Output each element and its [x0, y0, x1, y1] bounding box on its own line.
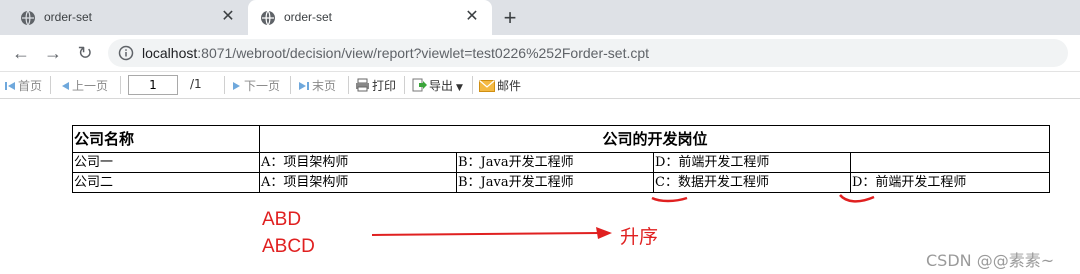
prev-page-button[interactable]: 上一页 — [60, 77, 108, 94]
last-page-label: 末页 — [312, 79, 337, 93]
company-cell: 公司二 — [72, 172, 260, 193]
report-table: 公司名称 公司的开发岗位 公司一 A：项目架构师 B：Java开发工程师 D：前… — [72, 125, 1051, 193]
position-cell: B：Java开发工程师 — [456, 152, 654, 173]
url-host: localhost — [142, 45, 198, 61]
company-cell: 公司一 — [72, 152, 260, 173]
table-row: 公司二 A：项目架构师 B：Java开发工程师 C：数据开发工程师 D：前端开发… — [72, 172, 1051, 193]
mail-label: 邮件 — [497, 79, 522, 93]
prev-page-icon — [62, 82, 69, 90]
toolbar-divider — [50, 76, 51, 94]
annotation-abcd: ABCD — [262, 236, 315, 257]
tab-title: order-set — [44, 10, 93, 24]
close-icon[interactable]: ✕ — [462, 7, 482, 27]
forward-arrow-icon[interactable]: → — [42, 42, 64, 64]
export-button[interactable]: 导出 ▼ — [412, 77, 463, 94]
print-label: 打印 — [372, 79, 397, 93]
position-cell: D：前端开发工程师 — [849, 172, 1051, 193]
annotation-ascending: 升序 — [620, 227, 659, 248]
url-path: :8071/webroot/decision/view/report?viewl… — [197, 45, 650, 61]
export-icon — [412, 78, 427, 92]
position-cell: A：项目架构师 — [259, 152, 457, 173]
chevron-down-icon: ▼ — [456, 83, 463, 93]
watermark: CSDN @@素素~ — [926, 251, 1055, 270]
tab-order-set-2[interactable]: order-set ✕ — [248, 0, 492, 35]
last-page-button[interactable]: 末页 — [298, 77, 336, 94]
header-company-name: 公司名称 — [72, 125, 260, 153]
globe-icon — [261, 10, 275, 26]
position-cell: C：数据开发工程师 — [653, 172, 851, 193]
toolbar-divider — [120, 76, 121, 94]
toolbar-divider — [348, 76, 349, 94]
new-tab-button[interactable]: + — [497, 5, 523, 31]
first-page-button[interactable]: 首页 — [4, 77, 42, 94]
position-cell: D：前端开发工程师 — [653, 152, 851, 173]
next-page-button[interactable]: 下一页 — [232, 77, 280, 94]
arrow-icon — [372, 227, 612, 239]
next-page-label: 下一页 — [244, 79, 281, 93]
reload-icon[interactable]: ↻ — [74, 42, 96, 64]
underline-mark — [651, 196, 688, 203]
toolbar-divider — [472, 76, 473, 94]
header-dev-positions: 公司的开发岗位 — [258, 125, 1051, 153]
position-cell — [849, 152, 1051, 173]
page-number-input[interactable]: 1 — [128, 75, 178, 95]
address-bar[interactable]: localhost:8071/webroot/decision/view/rep… — [108, 39, 1068, 67]
position-cell: B：Java开发工程师 — [456, 172, 654, 193]
underline-mark — [839, 194, 875, 203]
first-page-icon — [5, 82, 15, 90]
navigation-bar: ← → ↻ localhost:8071/webroot/decision/vi… — [0, 35, 1080, 72]
next-page-icon — [233, 82, 240, 90]
tab-order-set-1[interactable]: order-set ✕ — [8, 0, 244, 35]
toolbar-divider — [404, 76, 405, 94]
report-toolbar: 首页 上一页 1 /1 下一页 末页 打印 导出 ▼ 邮件 — [0, 72, 1080, 99]
tab-strip: order-set ✕ order-set ✕ + — [0, 0, 1080, 35]
back-arrow-icon[interactable]: ← — [10, 42, 32, 64]
info-icon[interactable] — [118, 45, 134, 61]
print-button[interactable]: 打印 — [355, 77, 396, 94]
toolbar-divider — [290, 76, 291, 94]
table-row: 公司一 A：项目架构师 B：Java开发工程师 D：前端开发工程师 — [72, 152, 1051, 173]
globe-icon — [21, 10, 35, 26]
mail-icon — [479, 80, 495, 92]
page-total: /1 — [190, 77, 202, 91]
export-label: 导出 — [429, 79, 454, 93]
tab-title: order-set — [284, 10, 333, 24]
prev-page-label: 上一页 — [72, 79, 109, 93]
printer-icon — [356, 78, 369, 92]
first-page-label: 首页 — [18, 79, 43, 93]
position-cell: A：项目架构师 — [259, 172, 457, 193]
close-icon[interactable]: ✕ — [218, 7, 238, 27]
toolbar-divider — [224, 76, 225, 94]
mail-button[interactable]: 邮件 — [479, 77, 521, 94]
url-text: localhost:8071/webroot/decision/view/rep… — [142, 45, 649, 61]
last-page-icon — [299, 82, 309, 90]
annotation-abd: ABD — [262, 209, 302, 230]
table-header-row: 公司名称 公司的开发岗位 — [72, 125, 1051, 153]
